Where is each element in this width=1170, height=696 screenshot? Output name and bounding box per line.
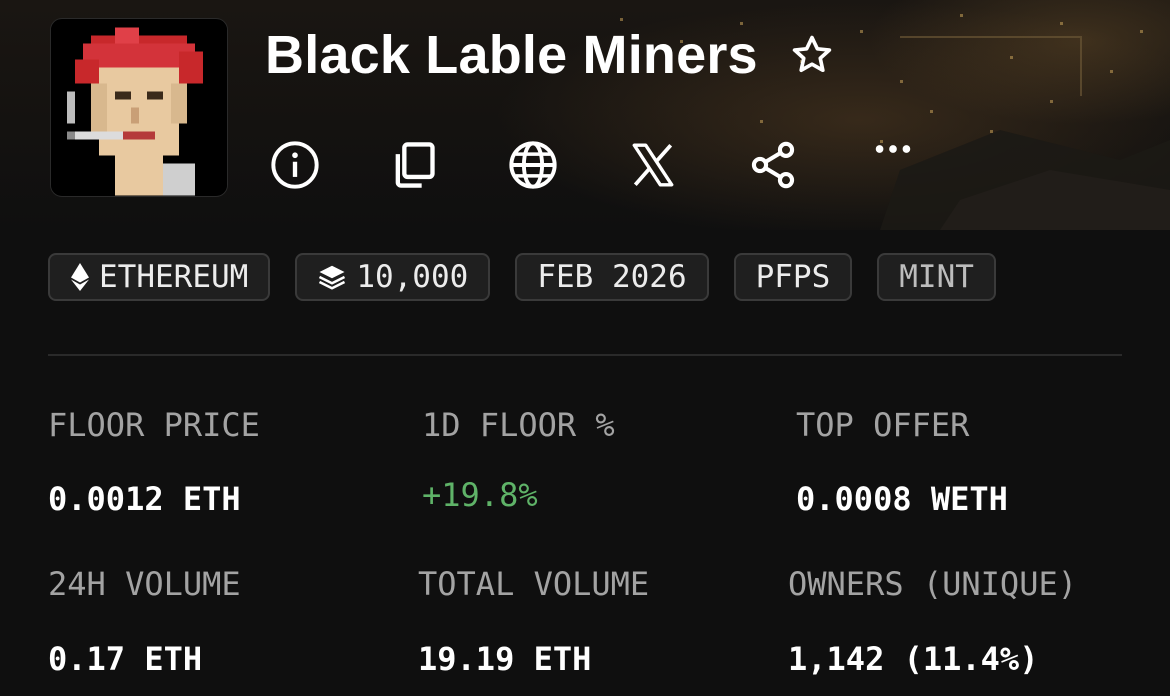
top-offer-value: 0.0008 WETH: [796, 480, 1008, 518]
chain-chip[interactable]: ETHEREUM: [48, 253, 271, 301]
mint-label: MINT: [899, 259, 974, 295]
pixel-miner-avatar: [51, 19, 227, 196]
favorite-button[interactable]: [788, 31, 836, 79]
owners-value: 1,142 (11.4%): [788, 640, 1039, 678]
total-volume-label: TOTAL VOLUME: [418, 565, 650, 603]
total-volume-value: 19.19 ETH: [418, 640, 592, 678]
copy-icon: [395, 142, 435, 188]
category-label: PFPS: [755, 259, 831, 295]
supply-label: 10,000: [356, 259, 469, 295]
more-horizontal-icon: [875, 145, 911, 153]
ethereum-icon: [71, 263, 89, 291]
collection-avatar[interactable]: [50, 18, 228, 197]
share-button[interactable]: [744, 136, 802, 194]
top-offer-label: TOP OFFER: [796, 406, 970, 444]
volume-24h-label: 24H VOLUME: [48, 565, 241, 603]
owners-label: OWNERS (UNIQUE): [788, 565, 1077, 603]
section-divider: [48, 354, 1122, 356]
floor-price-value: 0.0012 ETH: [48, 480, 241, 518]
date-label: FEB 2026: [537, 259, 687, 295]
collection-title: Black Lable Miners: [265, 25, 758, 85]
info-button[interactable]: [266, 136, 324, 194]
website-button[interactable]: [504, 136, 562, 194]
floor-change-label: 1D FLOOR %: [422, 406, 615, 444]
copy-button[interactable]: [384, 136, 442, 194]
category-chip[interactable]: PFPS: [733, 253, 853, 301]
supply-chip[interactable]: 10,000: [295, 253, 491, 301]
floor-change-value: +19.8%: [422, 476, 538, 514]
collection-tags: ETHEREUM 10,000 FEB 2026 PFPS MINT: [48, 253, 1122, 305]
floor-price-label: FLOOR PRICE: [48, 406, 260, 444]
volume-24h-value: 0.17 ETH: [48, 640, 203, 678]
x-profile-button[interactable]: [624, 136, 682, 194]
layers-icon: [319, 265, 346, 290]
chain-label: ETHEREUM: [99, 259, 249, 295]
share-icon: [751, 141, 795, 189]
mint-chip[interactable]: MINT: [877, 253, 996, 301]
x-logo-icon: [632, 143, 674, 187]
more-options-button[interactable]: [864, 120, 922, 178]
date-chip[interactable]: FEB 2026: [515, 253, 709, 301]
star-outline-icon: [792, 35, 832, 73]
globe-icon: [509, 141, 557, 189]
info-icon: [271, 141, 319, 189]
